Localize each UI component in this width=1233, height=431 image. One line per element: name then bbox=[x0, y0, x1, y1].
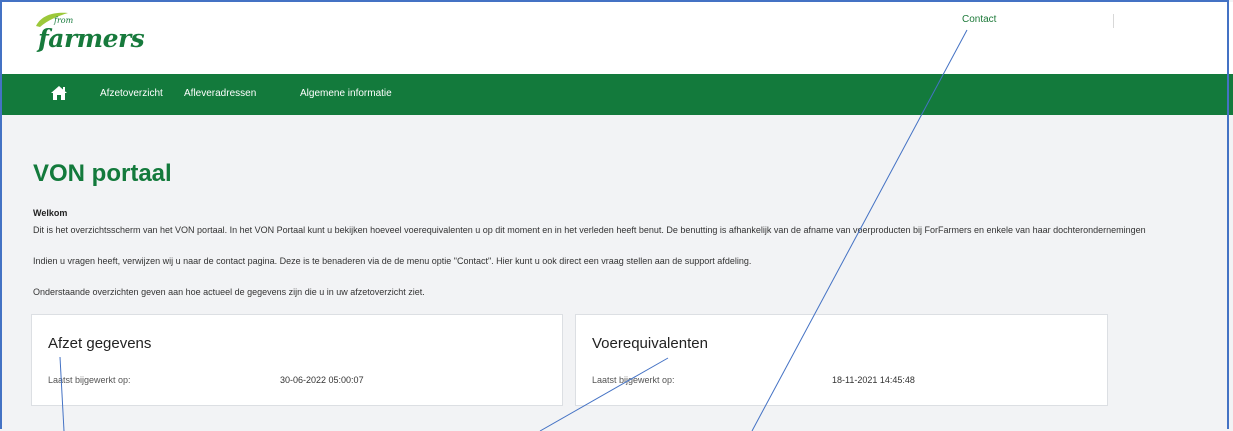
logo-word: farmers bbox=[38, 24, 145, 53]
overview-paragraph: Onderstaande overzichten geven aan hoe a… bbox=[33, 287, 425, 297]
last-updated-value: 18-11-2021 14:45:48 bbox=[832, 375, 915, 385]
nav-item-afleveradressen[interactable]: Afleveradressen bbox=[184, 88, 256, 99]
voerequivalenten-card: Voerequivalenten Laatst bijgewerkt op: 1… bbox=[575, 314, 1108, 406]
main-navbar: Afzetoverzicht Afleveradressen Algemene … bbox=[2, 74, 1233, 115]
nav-item-algemene-informatie[interactable]: Algemene informatie bbox=[300, 88, 392, 99]
top-header: from farmers Contact bbox=[2, 2, 1233, 74]
nav-item-afzetoverzicht[interactable]: Afzetoverzicht bbox=[100, 88, 163, 99]
last-updated-label: Laatst bijgewerkt op: bbox=[48, 375, 131, 385]
intro-paragraph: Dit is het overzichtsscherm van het VON … bbox=[33, 225, 1146, 235]
contact-link[interactable]: Contact bbox=[962, 14, 996, 25]
card-title: Voerequivalenten bbox=[592, 335, 708, 352]
page-title: VON portaal bbox=[33, 160, 172, 187]
card-title: Afzet gegevens bbox=[48, 335, 152, 352]
header-divider bbox=[1113, 14, 1114, 28]
last-updated-value: 30-06-2022 05:00:07 bbox=[280, 375, 364, 385]
welcome-heading: Welkom bbox=[33, 208, 68, 218]
last-updated-label: Laatst bijgewerkt op: bbox=[592, 375, 675, 385]
home-icon[interactable] bbox=[50, 85, 68, 101]
forfarmers-logo[interactable]: from farmers bbox=[32, 10, 145, 54]
contact-paragraph: Indien u vragen heeft, verwijzen wij u n… bbox=[33, 256, 752, 266]
afzet-gegevens-card: Afzet gegevens Laatst bijgewerkt op: 30-… bbox=[31, 314, 563, 406]
